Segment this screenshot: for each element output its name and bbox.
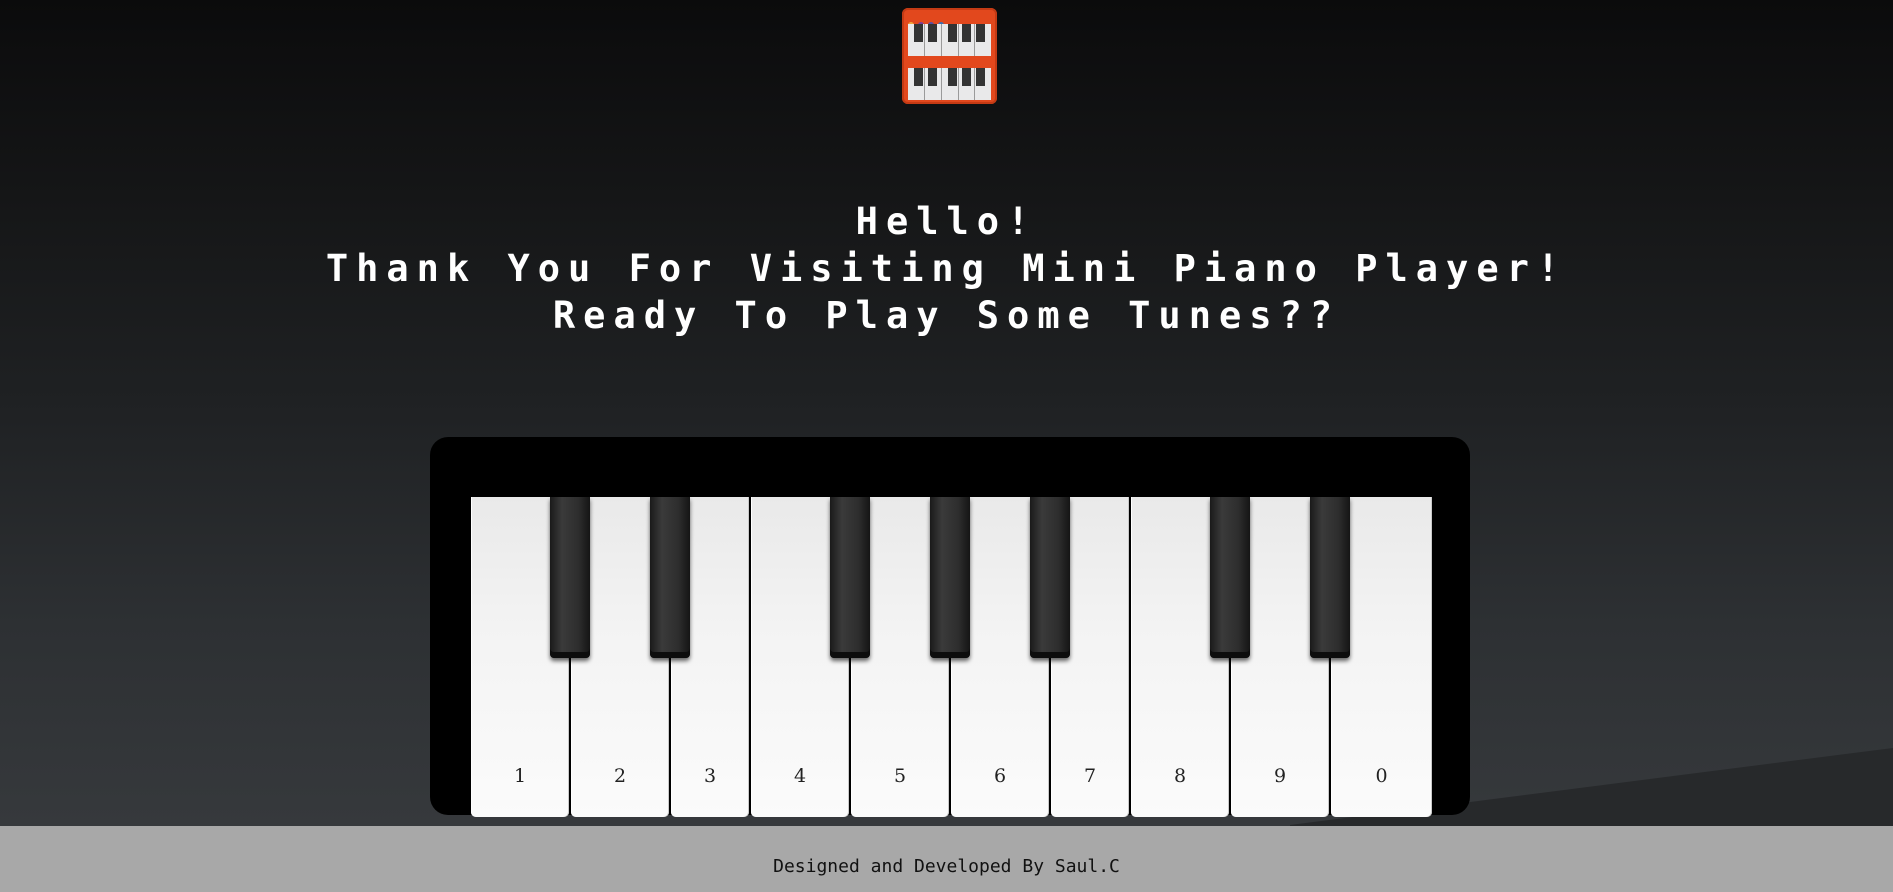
key-label: 2 (613, 765, 627, 787)
greeting-line-thanks: Thank You For Visiting Mini Piano Player… (325, 247, 1568, 290)
key-label: 5 (893, 765, 907, 787)
greeting-heading: Hello! Thank You For Visiting Mini Piano… (0, 198, 1893, 339)
key-label: 3 (703, 765, 717, 787)
black-key-4[interactable] (930, 497, 970, 658)
black-key-3[interactable] (830, 497, 870, 658)
greeting-line-ready: Ready To Play Some Tunes?? (552, 294, 1341, 337)
footer-credit: Designed and Developed By Saul.C (773, 856, 1120, 877)
black-key-7[interactable] (1310, 497, 1350, 658)
piano-keyboard: 1 2 3 4 5 6 7 8 9 0 (471, 497, 1432, 817)
key-label: 9 (1273, 765, 1287, 787)
key-label: 7 (1083, 765, 1097, 787)
key-label: 1 (513, 765, 527, 787)
black-key-6[interactable] (1210, 497, 1250, 658)
key-label: 0 (1375, 765, 1388, 787)
black-key-1[interactable] (550, 497, 590, 658)
key-label: 6 (993, 765, 1007, 787)
black-key-2[interactable] (650, 497, 690, 658)
logo-keys-bottom (908, 68, 991, 100)
greeting-line-hello: Hello! (855, 200, 1038, 243)
logo-keys-top (908, 24, 991, 56)
black-key-5[interactable] (1030, 497, 1070, 658)
key-label: 8 (1173, 765, 1187, 787)
key-label: 4 (793, 765, 807, 787)
footer: Designed and Developed By Saul.C (0, 826, 1893, 892)
piano-logo-icon (902, 8, 997, 104)
